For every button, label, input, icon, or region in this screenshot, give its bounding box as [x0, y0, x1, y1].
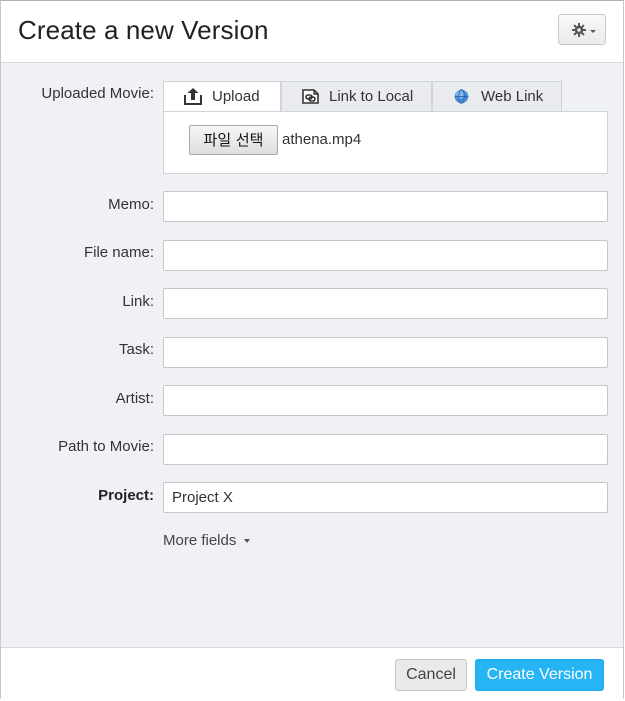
artist-label: Artist: — [115, 390, 154, 407]
upload-icon — [184, 88, 202, 105]
tab-web-link[interactable]: Web Link — [432, 81, 562, 111]
caret-down-icon — [244, 539, 251, 543]
project-input[interactable] — [163, 482, 608, 513]
project-label: Project: — [98, 487, 154, 504]
tab-upload-label: Upload — [212, 88, 260, 105]
file-name-label: File name: — [83, 244, 154, 261]
dialog-header: Create a new Version — [1, 1, 623, 63]
path-to-movie-label: Path to Movie: — [58, 438, 154, 455]
create-version-button[interactable]: Create Version — [475, 659, 604, 691]
choose-file-button[interactable]: 파일 선택 — [189, 125, 278, 155]
cancel-button[interactable]: Cancel — [395, 659, 467, 691]
globe-icon — [454, 89, 469, 104]
dialog-title: Create a new Version — [18, 15, 269, 45]
memo-label: Memo: — [108, 196, 154, 213]
dialog-body: Uploaded Movie: Upload Link to Local Web… — [1, 63, 623, 647]
upload-panel: 파일 선택 athena.mp4 — [163, 111, 608, 174]
create-version-dialog: Create a new Version Uploaded Movie: Upl… — [0, 0, 624, 701]
selected-file-name: athena.mp4 — [282, 131, 362, 148]
tab-link-to-local-label: Link to Local — [329, 88, 414, 105]
task-input[interactable] — [163, 337, 608, 368]
tab-upload[interactable]: Upload — [163, 81, 281, 112]
link-local-icon — [302, 89, 319, 104]
memo-input[interactable] — [163, 191, 608, 222]
uploaded-movie-label: Uploaded Movie: — [41, 85, 154, 102]
link-input[interactable] — [163, 288, 608, 319]
artist-input[interactable] — [163, 385, 608, 416]
dialog-footer: Cancel Create Version — [1, 647, 623, 701]
tab-link-to-local[interactable]: Link to Local — [281, 81, 432, 111]
path-to-movie-input[interactable] — [163, 434, 608, 465]
settings-menu-button[interactable] — [558, 14, 606, 45]
tab-web-link-label: Web Link — [481, 88, 544, 105]
more-fields-toggle[interactable]: More fields — [163, 532, 251, 549]
gear-icon — [572, 23, 586, 37]
more-fields-label: More fields — [163, 532, 237, 549]
link-label: Link: — [122, 293, 154, 310]
task-label: Task: — [118, 341, 154, 358]
file-name-input[interactable] — [163, 240, 608, 271]
chevron-down-icon — [590, 30, 596, 33]
